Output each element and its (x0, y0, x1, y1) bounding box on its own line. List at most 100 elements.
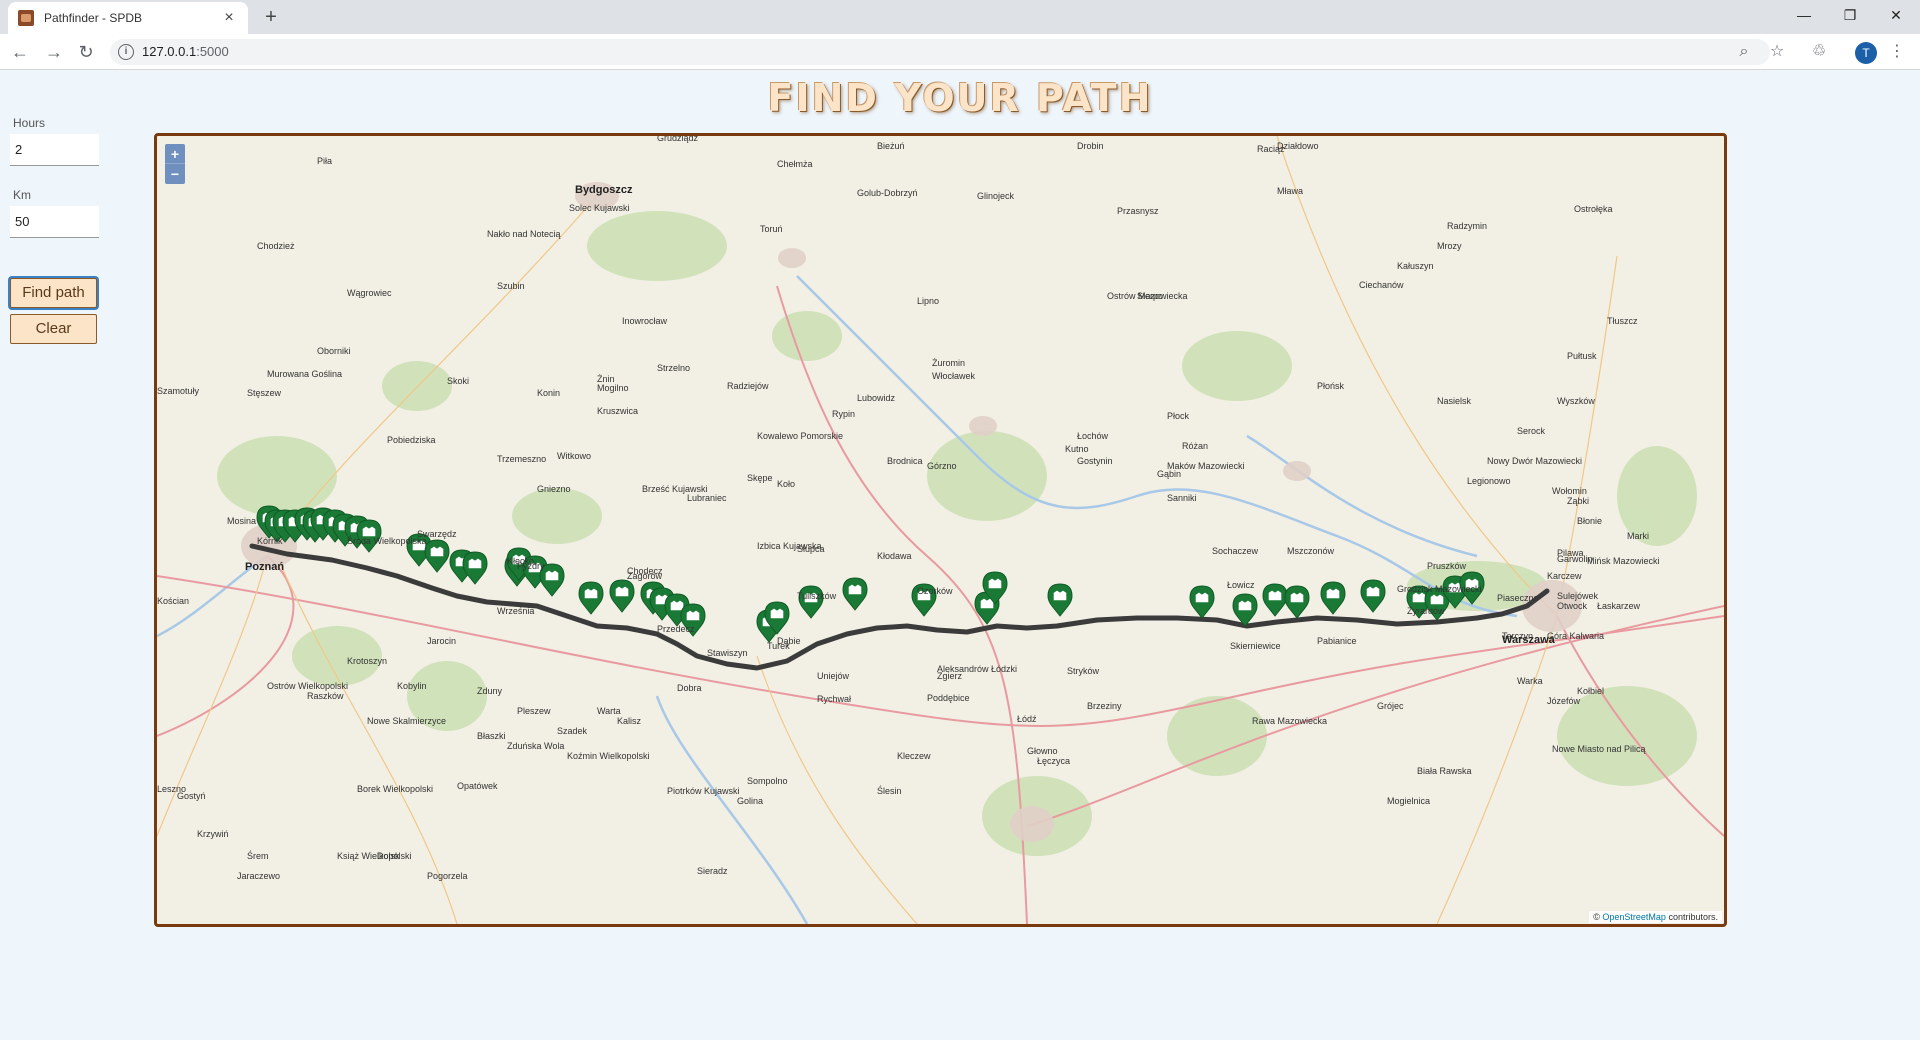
profile-avatar[interactable]: T (1855, 42, 1877, 64)
marker-pin-icon[interactable] (1360, 579, 1386, 613)
city-label: Wołomin (1552, 486, 1587, 496)
city-label: Otwock (1557, 601, 1588, 611)
browser-titlebar: Pathfinder - SPDB × + — ❐ ✕ (0, 0, 1920, 34)
city-label: Tłuszcz (1607, 316, 1638, 326)
city-label: Murowana Goślina (267, 369, 343, 379)
city-label: Koło (777, 479, 796, 489)
city-label: Dąbie (777, 636, 801, 646)
extension-icon[interactable]: ♲ (1808, 41, 1830, 63)
marker-pin-icon[interactable] (1284, 585, 1310, 619)
hours-label: Hours (13, 116, 46, 130)
city-label: Brodnica (887, 456, 923, 466)
marker-pin-icon[interactable] (1320, 581, 1346, 615)
clear-button[interactable]: Clear (10, 314, 97, 344)
new-tab-icon[interactable]: + (258, 4, 284, 30)
browser-tab[interactable]: Pathfinder - SPDB × (8, 2, 248, 34)
minimize-icon[interactable]: — (1781, 0, 1827, 30)
city-label: Pleszew (517, 706, 551, 716)
city-label: Skoki (447, 376, 470, 386)
info-icon[interactable]: i (118, 44, 134, 60)
city-label: Sulejówek (1557, 591, 1599, 601)
city-label: Śrem (247, 851, 269, 861)
city-label: Pułtusk (1567, 351, 1597, 361)
reload-icon[interactable]: ↻ (74, 40, 98, 64)
city-label: Pogorzela (427, 871, 468, 881)
city-label: Lubowidz (857, 393, 896, 403)
city-label: Rypin (832, 409, 856, 419)
rivers (157, 275, 1518, 924)
city-label: Szadek (557, 726, 588, 736)
city-label: Błaszki (477, 731, 506, 741)
forward-icon[interactable]: → (42, 40, 66, 64)
city-label: Lubraniec (687, 493, 727, 503)
zoom-in-button[interactable]: + (165, 144, 185, 164)
marker-pin-icon[interactable] (424, 539, 450, 573)
hours-input[interactable] (10, 134, 99, 166)
marker-pin-icon[interactable] (1047, 583, 1073, 617)
city-label: Uniejów (817, 671, 850, 681)
city-label: Łaskarzew (1597, 601, 1641, 611)
city-label: Grudziądz (657, 133, 699, 143)
city-label: Stryków (1067, 666, 1100, 676)
osm-link[interactable]: OpenStreetMap (1602, 912, 1666, 922)
city-label: Aleksandrów Łódzki (937, 664, 1018, 674)
city-label: Września (497, 606, 535, 616)
marker-pin-icon[interactable] (842, 577, 868, 611)
back-icon[interactable]: ← (8, 40, 32, 64)
city-label: Sompolno (747, 776, 788, 786)
city-label: Chełmża (777, 159, 813, 169)
city-label: Poddębice (927, 693, 970, 703)
city-label: Tuliszków (797, 591, 837, 601)
marker-pin-icon[interactable] (609, 579, 635, 613)
city-label: Ostrów Wielkopolski (267, 681, 349, 691)
city-label: Wągrowiec (347, 288, 392, 298)
page-title: FIND YOUR PATH (767, 76, 1153, 120)
city-label: Sieradz (697, 866, 728, 876)
city-label: Trzemeszno (497, 454, 547, 464)
address-bar[interactable]: i 127.0.0.1:5000 (110, 39, 1770, 65)
zoom-control[interactable]: + − (165, 144, 185, 184)
city-label: Kobylin (397, 681, 427, 691)
city-label: Raciąż (1257, 144, 1285, 154)
city-label: Głowno (1027, 746, 1058, 756)
marker-pin-icon[interactable] (462, 551, 488, 585)
marker-pin-icon[interactable] (1189, 585, 1215, 619)
zoom-out-button[interactable]: − (165, 164, 185, 184)
close-tab-icon[interactable]: × (220, 9, 238, 27)
bookmark-star-icon[interactable]: ☆ (1766, 41, 1788, 63)
find-path-button[interactable]: Find path (10, 278, 97, 308)
city-label: Izbica Kujawska (757, 541, 822, 551)
map-canvas[interactable] (157, 136, 1724, 924)
restore-icon[interactable]: ❐ (1827, 0, 1873, 30)
menu-kebab-icon[interactable]: ⋮ (1886, 41, 1908, 63)
city-label: Szubin (497, 281, 525, 291)
city-label: Pilawa (1557, 548, 1584, 558)
marker-pin-icon[interactable] (1232, 593, 1258, 627)
km-input[interactable] (10, 206, 99, 238)
city-label: Skępe (747, 473, 773, 483)
city-label: Kałuszyn (1397, 261, 1434, 271)
city-label: Mosina (227, 516, 257, 526)
city-label: Pyzdry (517, 561, 545, 571)
tab-title: Pathfinder - SPDB (44, 11, 143, 25)
close-window-icon[interactable]: ✕ (1873, 0, 1919, 30)
city-label: Stęszew (247, 388, 282, 398)
marker-pin-icon[interactable] (578, 581, 604, 615)
city-label: Żyrardów (1407, 606, 1445, 616)
city-label: Pruszków (1427, 561, 1467, 571)
zoom-icon[interactable]: ⌕ (1733, 41, 1755, 63)
city-label: Góra Kalwaria (1547, 631, 1605, 641)
map-container[interactable]: Poznań Warszawa Bydgoszcz Toruń Włocławek Pło… (154, 133, 1727, 927)
city-label: Gostynin (1077, 456, 1113, 466)
city-label: Kowalewo Pomorskie (757, 431, 844, 441)
marker-pin-icon[interactable] (1262, 583, 1288, 617)
city-label: Stawiszyn (707, 648, 748, 658)
city-label: Łódź (1017, 714, 1037, 724)
city-label: Kórnik (257, 536, 283, 546)
route-path (249, 543, 1550, 671)
city-label: Sanniki (1167, 493, 1197, 503)
city-label: Krzywiń (197, 829, 229, 839)
route-layer (249, 543, 1550, 671)
city-label: Przasnysz (1117, 206, 1159, 216)
city-label: Błonie (1577, 516, 1603, 526)
